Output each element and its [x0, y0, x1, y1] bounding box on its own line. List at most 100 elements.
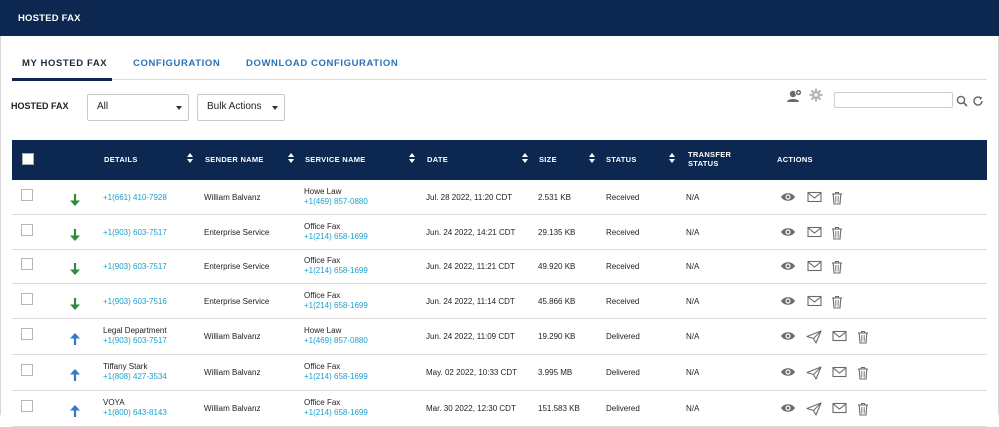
- service-name: Office Fax: [304, 222, 341, 231]
- select-all-checkbox[interactable]: [22, 153, 34, 165]
- view-icon[interactable]: [780, 402, 796, 416]
- column-date[interactable]: DATE: [427, 155, 448, 164]
- resend-icon[interactable]: [806, 366, 822, 382]
- outgoing-arrow-icon: [69, 404, 81, 418]
- detail-number-link[interactable]: +1(903) 603-7517: [103, 262, 167, 271]
- row-checkbox[interactable]: [21, 364, 33, 376]
- column-size[interactable]: SIZE: [539, 155, 557, 164]
- delete-icon[interactable]: [831, 226, 843, 242]
- sort-icon[interactable]: [669, 153, 676, 164]
- tab-download-configuration[interactable]: DOWNLOAD CONFIGURATION: [246, 58, 398, 69]
- service-number-link[interactable]: +1(214) 658-1699: [304, 408, 368, 417]
- table-row: +1(661) 410-7928 William Balvanz Howe Law +…: [12, 180, 987, 215]
- view-icon[interactable]: [780, 295, 796, 309]
- detail-number-link[interactable]: +1(903) 603-7517: [103, 336, 167, 345]
- row-checkbox[interactable]: [21, 328, 33, 340]
- sort-icon[interactable]: [288, 153, 295, 164]
- delete-icon[interactable]: [857, 330, 869, 346]
- row-checkbox[interactable]: [21, 189, 33, 201]
- detail-number-link[interactable]: +1(808) 427-3534: [103, 372, 167, 381]
- service-number-link[interactable]: +1(469) 857-0880: [304, 197, 368, 206]
- table-row: +1(903) 603-7517 Enterprise Service Office…: [12, 250, 987, 284]
- transfer-status: N/A: [686, 368, 700, 377]
- gear-icon[interactable]: [809, 88, 823, 104]
- tab-configuration[interactable]: CONFIGURATION: [133, 58, 220, 69]
- email-icon[interactable]: [832, 402, 847, 416]
- fax-date: Jun. 24 2022, 11:14 CDT: [426, 297, 515, 306]
- view-icon[interactable]: [780, 330, 796, 344]
- refresh-icon[interactable]: [972, 95, 984, 109]
- column-status[interactable]: STATUS: [606, 155, 637, 164]
- search-input[interactable]: [834, 92, 953, 108]
- column-details[interactable]: DETAILS: [104, 155, 138, 164]
- row-checkbox[interactable]: [21, 258, 33, 270]
- tab-my-hosted-fax[interactable]: MY HOSTED FAX: [22, 58, 107, 69]
- service-number-link[interactable]: +1(469) 857-0880: [304, 336, 368, 345]
- fax-size: 19.290 KB: [538, 332, 576, 341]
- fax-date: Jun. 24 2022, 11:21 CDT: [426, 262, 515, 271]
- sort-icon[interactable]: [409, 153, 416, 164]
- service-number-link[interactable]: +1(214) 658-1699: [304, 232, 368, 241]
- bulk-actions-select[interactable]: Bulk Actions: [197, 94, 285, 121]
- service-name: Office Fax: [304, 398, 341, 407]
- column-actions: ACTIONS: [777, 155, 813, 164]
- fax-date: Jun. 24 2022, 14:21 CDT: [426, 228, 516, 237]
- sort-icon[interactable]: [187, 153, 194, 164]
- page-title: HOSTED FAX: [18, 13, 81, 24]
- row-checkbox[interactable]: [21, 400, 33, 412]
- service-number-link[interactable]: +1(214) 658-1699: [304, 372, 368, 381]
- fax-status: Delivered: [606, 404, 640, 413]
- resend-icon[interactable]: [806, 402, 822, 418]
- email-icon[interactable]: [832, 330, 847, 344]
- sort-icon[interactable]: [522, 153, 529, 164]
- column-sender-name[interactable]: SENDER NAME: [205, 155, 264, 164]
- delete-icon[interactable]: [831, 191, 843, 207]
- transfer-status: N/A: [686, 404, 700, 413]
- table-row: +1(903) 603-7516 Enterprise Service Office…: [12, 284, 987, 319]
- column-service-name[interactable]: SERVICE NAME: [305, 155, 366, 164]
- sender-name: William Balvanz: [204, 368, 261, 377]
- email-icon[interactable]: [807, 191, 822, 205]
- fax-date: Mar. 30 2022, 12:30 CDT: [426, 404, 516, 413]
- email-icon[interactable]: [832, 366, 847, 380]
- service-name: Office Fax: [304, 256, 341, 265]
- view-icon[interactable]: [780, 260, 796, 274]
- search-icon[interactable]: [956, 95, 968, 109]
- incoming-arrow-icon: [69, 193, 81, 207]
- sender-name: Enterprise Service: [204, 297, 270, 306]
- view-icon[interactable]: [780, 226, 796, 240]
- fax-size: 2.531 KB: [538, 193, 571, 202]
- email-icon[interactable]: [807, 226, 822, 240]
- sender-name: William Balvanz: [204, 404, 261, 413]
- column-transfer-label: TRANSFER: [688, 150, 732, 159]
- row-checkbox[interactable]: [21, 293, 33, 305]
- service-name: Howe Law: [304, 187, 342, 196]
- detail-number-link[interactable]: +1(903) 603-7516: [103, 297, 167, 306]
- detail-name: Legal Department: [103, 326, 167, 335]
- detail-number-link[interactable]: +1(800) 643-8143: [103, 408, 167, 417]
- table-header: DETAILS SENDER NAME SERVICE NAME DATE SI…: [12, 140, 987, 180]
- fax-size: 151.583 KB: [538, 404, 580, 413]
- view-icon[interactable]: [780, 191, 796, 205]
- delete-icon[interactable]: [831, 295, 843, 311]
- service-name: Office Fax: [304, 291, 341, 300]
- row-checkbox[interactable]: [21, 224, 33, 236]
- column-transfer-status[interactable]: TRANSFER STATUS: [688, 150, 731, 168]
- detail-number-link[interactable]: +1(903) 603-7517: [103, 228, 167, 237]
- email-icon[interactable]: [807, 260, 822, 274]
- view-icon[interactable]: [780, 366, 796, 380]
- resend-icon[interactable]: [806, 330, 822, 346]
- service-number-link[interactable]: +1(214) 658-1699: [304, 301, 368, 310]
- fax-user-icon[interactable]: [785, 88, 803, 106]
- sort-icon[interactable]: [589, 153, 596, 164]
- sender-name: Enterprise Service: [204, 228, 270, 237]
- service-number-link[interactable]: +1(214) 658-1699: [304, 266, 368, 275]
- tab-bar: MY HOSTED FAX CONFIGURATION DOWNLOAD CON…: [12, 40, 987, 81]
- type-filter-select[interactable]: All: [87, 94, 189, 121]
- delete-icon[interactable]: [831, 260, 843, 276]
- detail-number-link[interactable]: +1(661) 410-7928: [103, 193, 167, 202]
- email-icon[interactable]: [807, 295, 822, 309]
- delete-icon[interactable]: [857, 366, 869, 382]
- fax-status: Received: [606, 193, 640, 202]
- delete-icon[interactable]: [857, 402, 869, 418]
